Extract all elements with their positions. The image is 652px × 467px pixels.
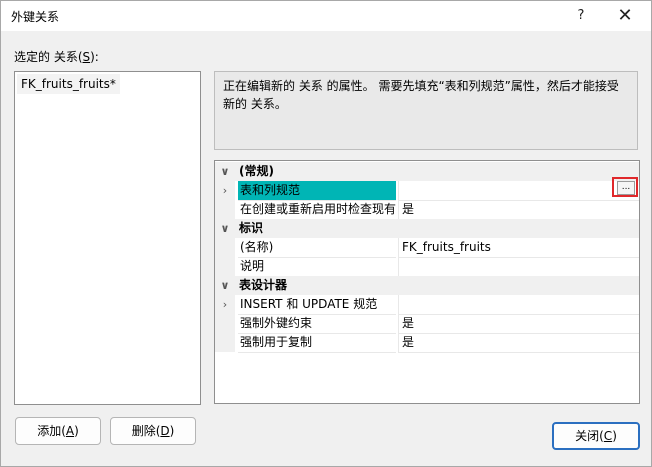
property-name[interactable]: 说明 [238,257,396,277]
chevron-right-icon[interactable]: › [215,295,235,314]
property-row-table-column-spec[interactable]: › 表和列规范 [215,181,639,201]
property-value[interactable]: FK_fruits_fruits [398,238,639,258]
add-button[interactable]: 添加(A) [15,417,101,445]
dialog-title: 外键关系 [11,10,60,24]
property-row-name[interactable]: (名称) FK_fruits_fruits [215,238,639,258]
property-row-enforce-fk[interactable]: 强制外键约束 是 [215,314,639,334]
relations-list[interactable]: FK_fruits_fruits* [14,71,201,405]
property-grid[interactable]: ∨ (常规) › 表和列规范 在创建或重新启用时检查现有 是 ∨ 标识 (名称)… [214,160,640,404]
property-name[interactable]: (名称) [238,238,396,258]
description-text: 正在编辑新的 关系 的属性。 需要先填充“表和列规范”属性，然后才能接受新的 关… [223,79,619,111]
property-name[interactable]: 强制用于复制 [238,333,396,353]
property-name[interactable]: 表和列规范 [238,181,396,201]
property-value[interactable] [398,257,639,277]
selected-relations-label: 选定的 关系(S): [14,50,99,64]
property-row-description[interactable]: 说明 [215,257,639,277]
property-row-insert-update[interactable]: › INSERT 和 UPDATE 规范 [215,295,639,315]
foreign-key-dialog: 外键关系 ? ✕ 选定的 关系(S): FK_fruits_fruits* 正在… [0,0,652,467]
chevron-right-icon[interactable]: › [215,181,235,200]
property-value[interactable]: 是 [398,314,639,334]
chevron-down-icon[interactable]: ∨ [215,162,235,181]
property-value[interactable] [398,181,639,201]
property-name[interactable]: 在创建或重新启用时检查现有 [238,200,396,220]
ellipsis-button[interactable]: ... [617,181,635,195]
property-value[interactable]: 是 [398,200,639,220]
close-icon[interactable]: ✕ [605,1,645,31]
category-table-designer[interactable]: ∨ 表设计器 [215,276,639,295]
delete-button[interactable]: 删除(D) [110,417,196,445]
property-value[interactable] [398,295,639,315]
title-bar: 外键关系 ? ✕ [1,1,651,31]
chevron-down-icon[interactable]: ∨ [215,219,235,238]
property-name[interactable]: 强制外键约束 [238,314,396,334]
close-button[interactable]: 关闭(C) [552,422,640,450]
property-value[interactable]: 是 [398,333,639,353]
category-general[interactable]: ∨ (常规) [215,162,639,181]
property-name[interactable]: INSERT 和 UPDATE 规范 [238,295,396,315]
chevron-down-icon[interactable]: ∨ [215,276,235,295]
description-panel: 正在编辑新的 关系 的属性。 需要先填充“表和列规范”属性，然后才能接受新的 关… [214,71,638,150]
category-identity[interactable]: ∨ 标识 [215,219,639,238]
help-button[interactable]: ? [561,1,601,31]
list-item[interactable]: FK_fruits_fruits* [17,74,120,94]
property-row-check-existing[interactable]: 在创建或重新启用时检查现有 是 [215,200,639,220]
ellipsis-highlight: ... [612,177,638,197]
property-row-enforce-replication[interactable]: 强制用于复制 是 [215,333,639,353]
